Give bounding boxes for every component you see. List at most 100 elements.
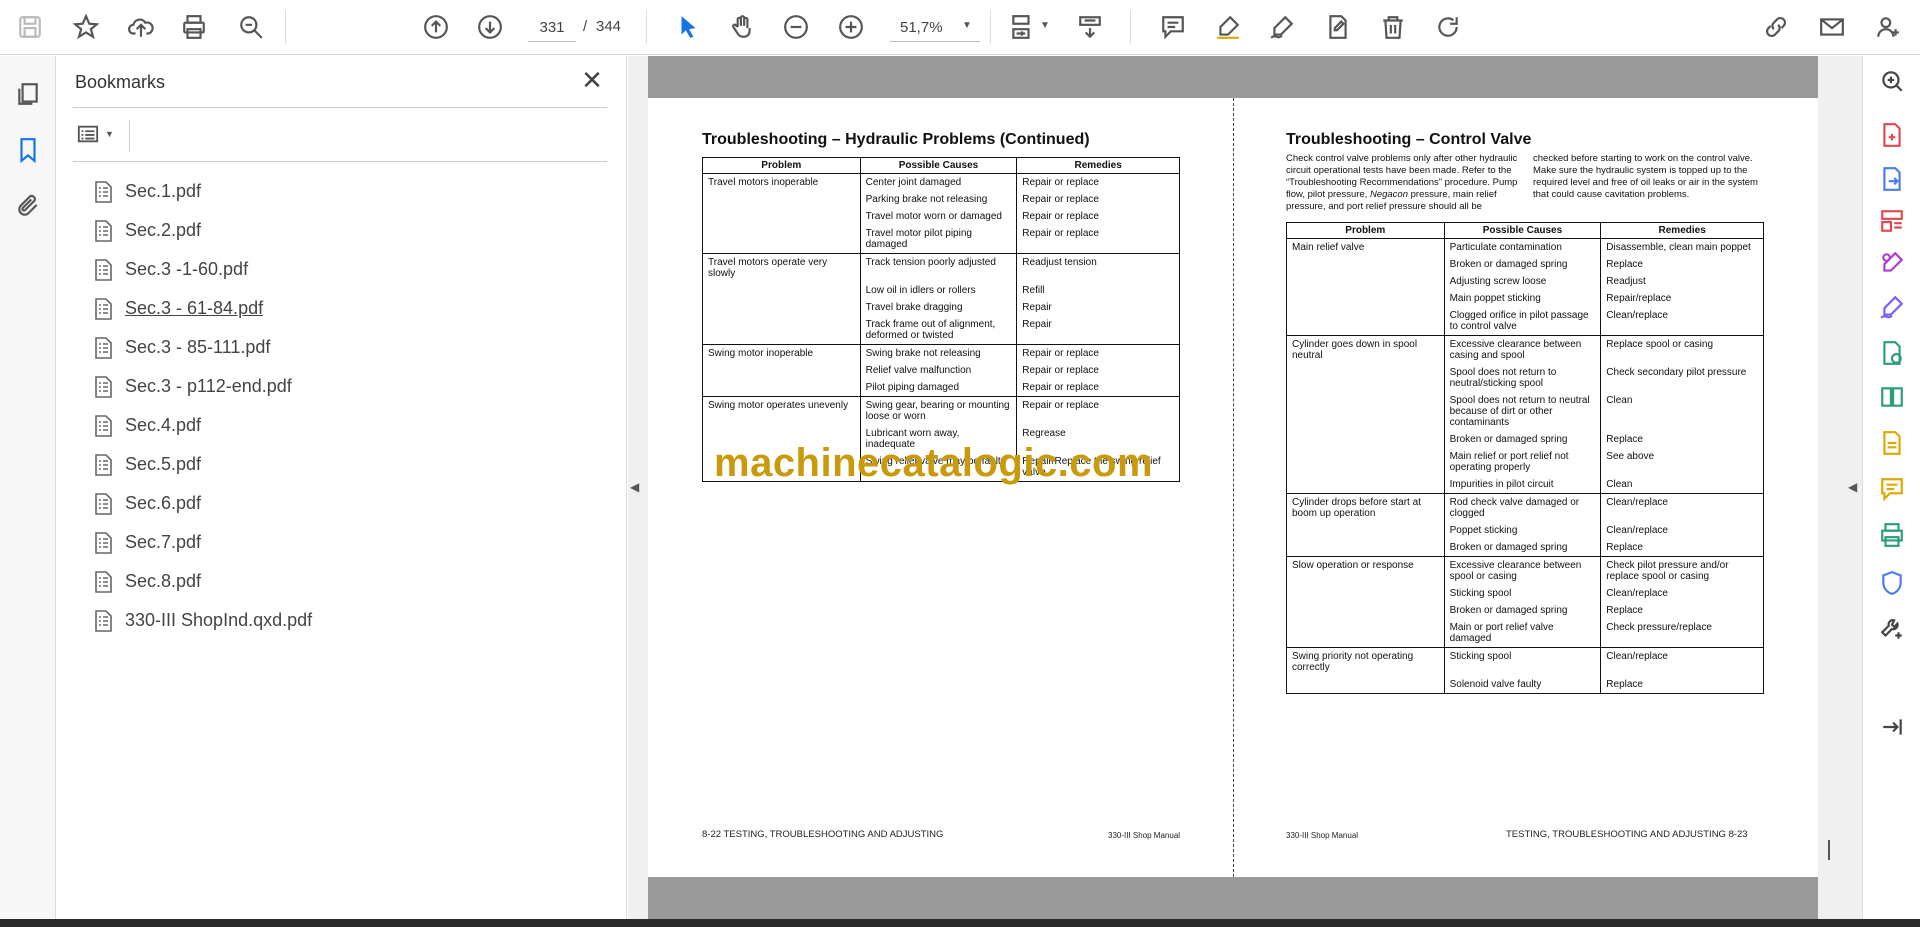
table-row: Pilot piping damaged Repair or replace bbox=[702, 379, 1180, 397]
bookmark-page-icon bbox=[95, 609, 112, 632]
table-row: Travel motors operate very slowly Track t… bbox=[702, 253, 1180, 282]
remedy-cell: Repair bbox=[1016, 299, 1180, 316]
print-production-icon[interactable] bbox=[1877, 520, 1907, 550]
select-cursor-icon[interactable] bbox=[672, 11, 704, 43]
cause-cell: Broken or damaged spring bbox=[1443, 539, 1602, 557]
table-row: Adjusting screw loose Readjust bbox=[1286, 273, 1764, 290]
bookmark-item[interactable]: Sec.8.pdf bbox=[93, 562, 593, 601]
chevron-down-icon[interactable]: ▼ bbox=[962, 20, 972, 31]
column-header: Problem bbox=[702, 157, 861, 174]
table-row: Cylinder goes down in spool neutral Exces… bbox=[1286, 335, 1764, 364]
attachments-icon[interactable] bbox=[12, 190, 44, 222]
column-header: Possible Causes bbox=[1443, 222, 1602, 239]
prev-page-icon[interactable] bbox=[420, 11, 452, 43]
main-toolbar: / 344 51,7% ▼ ▼ bbox=[0, 0, 1920, 55]
chevron-down-icon[interactable]: ▼ bbox=[1040, 20, 1050, 31]
bookmark-item[interactable]: Sec.1.pdf bbox=[93, 172, 593, 211]
edit-text-icon[interactable] bbox=[1322, 11, 1354, 43]
comment-tool-icon[interactable] bbox=[1877, 474, 1907, 504]
fill-sign-icon[interactable] bbox=[1877, 248, 1907, 278]
collapse-left-panel-icon[interactable]: ◀ bbox=[630, 480, 639, 494]
problem-cell bbox=[1286, 392, 1445, 431]
zoom-out-icon[interactable] bbox=[780, 11, 812, 43]
table-row: Relief valve malfunction Repair or replac… bbox=[702, 362, 1180, 379]
intro-paragraph: Check control valve problems only after … bbox=[1286, 153, 1766, 212]
remedy-cell: Disassemble, clean main poppet bbox=[1600, 238, 1764, 256]
bookmark-item[interactable]: Sec.5.pdf bbox=[93, 445, 593, 484]
table-row: Travel brake dragging Repair bbox=[702, 299, 1180, 316]
bookmark-item[interactable]: Sec.7.pdf bbox=[93, 523, 593, 562]
request-signature-icon[interactable] bbox=[1877, 292, 1907, 322]
bookmark-item[interactable]: 330-III ShopInd.qxd.pdf bbox=[93, 601, 593, 640]
bookmark-item[interactable]: Sec.2.pdf bbox=[93, 211, 593, 250]
upload-icon[interactable] bbox=[125, 11, 157, 43]
rotate-icon[interactable] bbox=[1432, 11, 1464, 43]
zoom-search-icon[interactable] bbox=[235, 11, 267, 43]
bookmark-item[interactable]: Sec.3 - 61-84.pdf bbox=[93, 289, 593, 328]
problem-cell bbox=[1286, 522, 1445, 539]
scrollbar[interactable] bbox=[1828, 840, 1830, 860]
comment-icon[interactable] bbox=[1157, 11, 1189, 43]
sign-icon[interactable] bbox=[1266, 11, 1298, 43]
bookmark-options-button[interactable]: ▼ bbox=[75, 120, 119, 148]
remedy-cell: Repair bbox=[1016, 316, 1180, 345]
zoom-in-icon[interactable] bbox=[835, 11, 867, 43]
scroll-mode-icon[interactable] bbox=[1074, 11, 1106, 43]
toolbar-divider bbox=[646, 10, 647, 44]
enhance-zoom-icon[interactable] bbox=[1877, 66, 1907, 96]
share-link-icon[interactable] bbox=[1760, 11, 1792, 43]
cause-cell: Travel brake dragging bbox=[859, 299, 1018, 316]
delete-icon[interactable] bbox=[1377, 11, 1409, 43]
scan-ocr-icon[interactable] bbox=[1877, 428, 1907, 458]
cause-cell: Excessive clearance between spool or cas… bbox=[1443, 556, 1602, 585]
hand-icon[interactable] bbox=[726, 11, 758, 43]
export-pdf-icon[interactable] bbox=[1877, 164, 1907, 194]
fit-page-icon[interactable] bbox=[1006, 11, 1038, 43]
bookmark-item[interactable]: Sec.3 -1-60.pdf bbox=[93, 250, 593, 289]
cause-cell: Broken or damaged spring bbox=[1443, 431, 1602, 448]
email-icon[interactable] bbox=[1816, 11, 1848, 43]
problem-cell bbox=[702, 299, 861, 316]
cause-cell: Travel motor pilot piping damaged bbox=[859, 225, 1018, 254]
bookmark-item[interactable]: Sec.3 - p112-end.pdf bbox=[93, 367, 593, 406]
collapse-rail-icon[interactable] bbox=[1877, 712, 1907, 742]
cause-cell: Track frame out of alignment, deformed o… bbox=[859, 316, 1018, 345]
toolbar-divider bbox=[1130, 10, 1131, 44]
pages-icon[interactable] bbox=[12, 78, 44, 110]
print-icon[interactable] bbox=[178, 11, 210, 43]
bookmark-page-icon bbox=[95, 180, 112, 203]
close-icon[interactable]: ✕ bbox=[577, 66, 607, 96]
page-number-input[interactable] bbox=[528, 14, 576, 42]
cause-cell: Impurities in pilot circuit bbox=[1443, 476, 1602, 494]
bookmark-label: Sec.6.pdf bbox=[125, 493, 202, 513]
more-tools-icon[interactable] bbox=[1877, 614, 1907, 644]
highlight-icon[interactable] bbox=[1212, 11, 1244, 43]
table-row: Sticking spool Clean/replace bbox=[1286, 585, 1764, 602]
collapse-right-panel-icon[interactable]: ◀ bbox=[1848, 480, 1857, 494]
organize-pages-icon[interactable] bbox=[1877, 206, 1907, 236]
cause-cell: Swing gear, bearing or mounting loose or… bbox=[859, 396, 1018, 425]
bookmark-page-icon bbox=[95, 219, 112, 242]
send-track-icon[interactable] bbox=[1877, 338, 1907, 368]
bookmark-item[interactable]: Sec.6.pdf bbox=[93, 484, 593, 523]
compare-files-icon[interactable] bbox=[1877, 382, 1907, 412]
remedy-cell: Clean/replace bbox=[1600, 493, 1764, 522]
account-icon[interactable] bbox=[1872, 11, 1904, 43]
left-page-footer: 8-22 TESTING, TROUBLESHOOTING AND ADJUST… bbox=[702, 829, 944, 840]
column-header: Remedies bbox=[1600, 222, 1764, 239]
problem-cell bbox=[702, 316, 861, 345]
protect-icon[interactable] bbox=[1877, 568, 1907, 598]
bookmark-item[interactable]: Sec.4.pdf bbox=[93, 406, 593, 445]
divider bbox=[129, 120, 130, 152]
remedy-cell: Readjust bbox=[1600, 273, 1764, 290]
bookmark-star-icon[interactable] bbox=[70, 11, 102, 43]
problem-cell bbox=[1286, 364, 1445, 392]
bookmarks-icon[interactable] bbox=[12, 134, 44, 166]
save-icon[interactable] bbox=[14, 11, 46, 43]
bookmark-item[interactable]: Sec.3 - 85-111.pdf bbox=[93, 328, 593, 367]
bookmark-label: Sec.3 - 61-84.pdf bbox=[125, 298, 264, 318]
toolbar-divider bbox=[285, 10, 286, 44]
bookmarks-panel: Bookmarks ✕ ▼ Sec.1.pdf Sec.2.pdf Sec.3 -1… bbox=[57, 56, 627, 919]
create-pdf-icon[interactable] bbox=[1877, 120, 1907, 150]
next-page-icon[interactable] bbox=[474, 11, 506, 43]
